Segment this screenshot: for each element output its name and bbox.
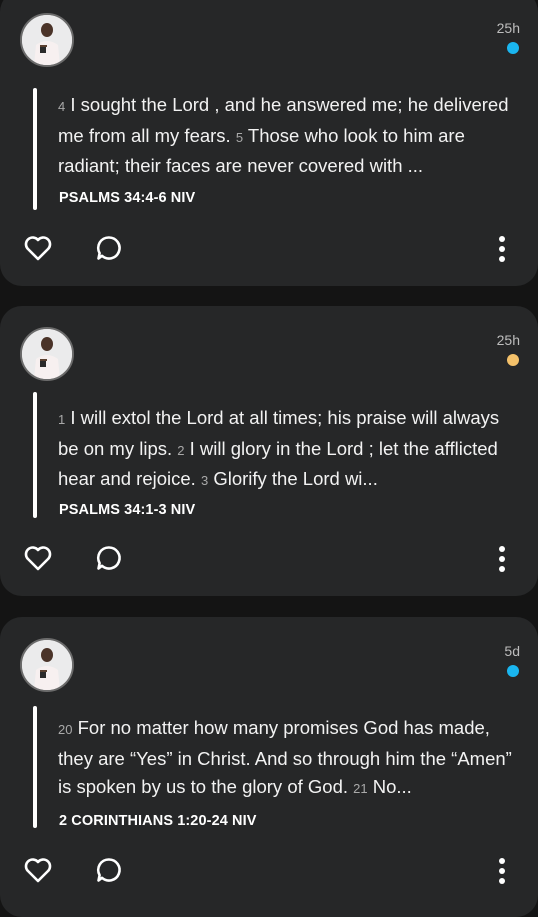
highlight-color-dot <box>507 665 519 677</box>
heart-icon[interactable] <box>24 235 52 266</box>
more-options-icon[interactable] <box>498 545 506 578</box>
verse-card[interactable]: 25h 4 I sought the Lord , and he answered… <box>0 0 538 286</box>
post-time: 25h <box>496 20 520 36</box>
more-options-icon[interactable] <box>498 235 506 268</box>
verse-reference[interactable]: 2 CORINTHIANS 1:20-24 NIV <box>59 813 257 829</box>
heart-icon[interactable] <box>24 857 52 888</box>
verse-card[interactable]: 25h 1 I will extol the Lord at all times;… <box>0 306 538 596</box>
verse-number: 21 <box>353 781 368 796</box>
post-time: 5d <box>504 643 520 659</box>
verse-reference[interactable]: PSALMS 34:4-6 NIV <box>59 190 195 206</box>
quote-bar <box>33 88 37 210</box>
verse-number: 5 <box>235 129 244 145</box>
verse-number: 1 <box>58 412 66 427</box>
highlight-color-dot <box>507 354 519 366</box>
verse-number: 2 <box>177 442 185 458</box>
verse-text[interactable]: 1 I will extol the Lord at all times; hi… <box>58 404 518 496</box>
highlight-color-dot <box>507 42 519 54</box>
verse-text[interactable]: 20 For no matter how many promises God h… <box>58 714 518 804</box>
verse-text[interactable]: 4 I sought the Lord , and he answered me… <box>58 91 518 181</box>
heart-icon[interactable] <box>24 545 52 576</box>
verse-segment: Glorify the Lord wi... <box>213 468 378 489</box>
quote-bar <box>33 706 37 828</box>
avatar[interactable] <box>20 327 74 381</box>
verse-number: 3 <box>200 473 209 488</box>
verse-number: 20 <box>58 722 73 737</box>
verse-segment: No... <box>372 776 412 797</box>
verse-number: 4 <box>58 99 66 114</box>
verse-segment: For no matter how many promises God has … <box>58 717 512 797</box>
quote-bar <box>33 392 37 518</box>
avatar[interactable] <box>20 638 74 692</box>
comment-icon[interactable] <box>95 856 123 889</box>
comment-icon[interactable] <box>95 234 123 267</box>
more-options-icon[interactable] <box>498 857 506 890</box>
comment-icon[interactable] <box>95 544 123 577</box>
post-time: 25h <box>496 332 520 348</box>
avatar[interactable] <box>20 13 74 67</box>
verse-card[interactable]: 5d 20 For no matter how many promises God… <box>0 617 538 917</box>
verse-reference[interactable]: PSALMS 34:1-3 NIV <box>59 502 195 518</box>
